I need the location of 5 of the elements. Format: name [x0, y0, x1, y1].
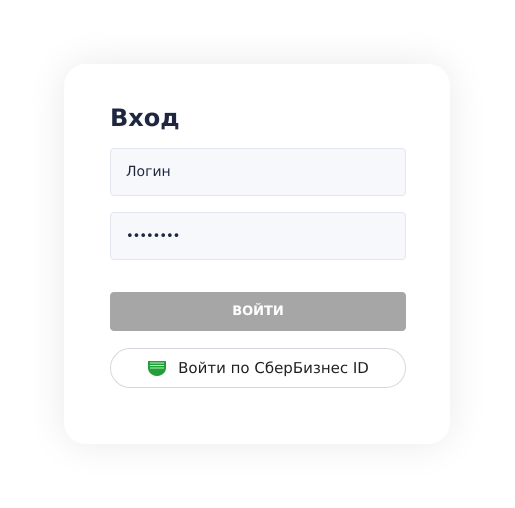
sber-login-button[interactable]: Войти по СберБизнес ID: [110, 348, 406, 388]
shield-icon: [147, 359, 168, 377]
password-field[interactable]: ••••••••: [110, 212, 406, 260]
login-title: Вход: [110, 103, 181, 134]
login-field[interactable]: Логин: [110, 148, 406, 196]
